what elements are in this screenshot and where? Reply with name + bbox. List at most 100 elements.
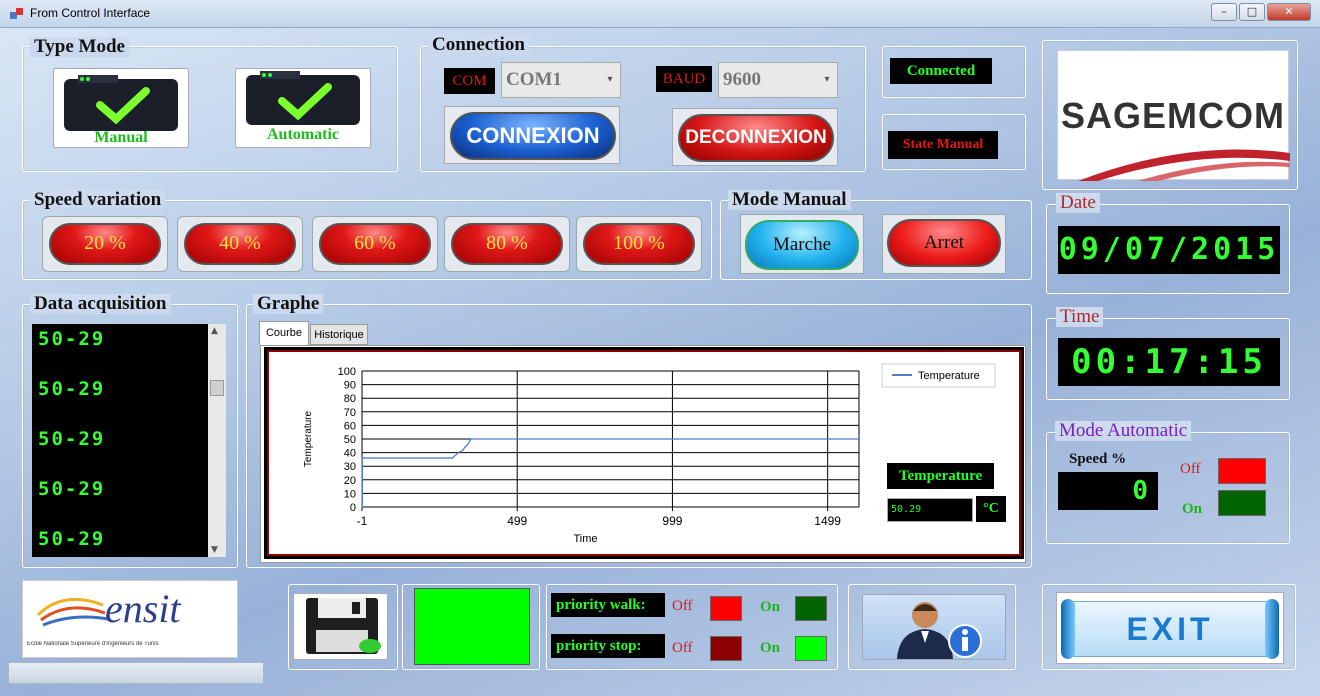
mode-manual-title: Mode Manual xyxy=(728,190,851,210)
walk-on-label: On xyxy=(760,599,781,615)
ensit-swoosh-icon xyxy=(36,597,109,627)
speed-100-button[interactable]: 100 % xyxy=(576,216,702,272)
connect-button[interactable]: CONNEXION xyxy=(444,106,620,164)
y-tick-label: 70 xyxy=(344,407,356,419)
temperature-value: 50.29 xyxy=(887,498,973,522)
ensit-text: ensit xyxy=(105,586,181,631)
x-tick-label: 999 xyxy=(662,514,682,528)
list-item: 50-29 xyxy=(38,528,106,550)
x-axis-title: Time xyxy=(573,533,597,545)
x-tick-label: -1 xyxy=(357,514,368,528)
list-item: 50-29 xyxy=(38,478,106,500)
com-select[interactable]: COM1 ▾ xyxy=(501,62,621,98)
scrollbar[interactable]: ▲ ▼ xyxy=(208,324,226,557)
connect-label: CONNEXION xyxy=(450,112,616,160)
com-label: COM xyxy=(444,68,495,94)
walk-off-label: Off xyxy=(672,598,693,614)
mode-auto-title: Mode Automatic xyxy=(1055,421,1192,441)
baud-select[interactable]: 9600 ▾ xyxy=(718,62,838,98)
close-button[interactable]: ✕ xyxy=(1267,3,1311,21)
auto-on-label: On xyxy=(1182,501,1203,517)
floppy-disk-icon xyxy=(306,598,381,654)
auto-off-label: Off xyxy=(1180,461,1201,477)
data-acq-list[interactable]: 50-29 50-29 50-29 50-29 50-29 ▲ ▼ xyxy=(32,324,226,557)
chevron-down-icon: ▾ xyxy=(824,74,830,85)
y-tick-label: 100 xyxy=(338,366,356,378)
scroll-up-icon[interactable]: ▲ xyxy=(211,326,218,336)
time-title: Time xyxy=(1056,307,1104,327)
date-title: Date xyxy=(1056,193,1100,213)
stop-on-indicator xyxy=(795,636,827,661)
priority-stop-label: priority stop: xyxy=(551,634,665,658)
status-indicator xyxy=(414,588,530,665)
auto-on-indicator xyxy=(1218,490,1266,516)
title-bar: From Control Interface – □ ✕ xyxy=(0,0,1320,28)
scroll-down-icon[interactable]: ▼ xyxy=(211,545,218,555)
stop-off-indicator xyxy=(710,636,742,661)
disconnect-button[interactable]: DECONNEXION xyxy=(672,108,838,166)
sagemcom-logo: SAGEMCOM xyxy=(1057,50,1290,181)
y-tick-label: 90 xyxy=(344,380,356,392)
speed-100-label: 100 % xyxy=(583,223,695,265)
user-info-icon xyxy=(897,602,982,659)
ensit-logo: ensit École Nationale Supérieure d'Ingén… xyxy=(22,580,238,658)
list-item: 50-29 xyxy=(38,428,106,450)
data-acq-title: Data acquisition xyxy=(30,294,171,314)
status-strip xyxy=(8,662,264,684)
manual-button[interactable]: Manual xyxy=(53,68,189,148)
state-status: State Manual xyxy=(888,131,998,159)
date-display: 09/07/2015 xyxy=(1058,226,1280,274)
minimize-button[interactable]: – xyxy=(1211,3,1237,21)
graph-title: Graphe xyxy=(253,294,324,314)
tab-courbe[interactable]: Courbe xyxy=(259,321,309,345)
y-tick-label: 30 xyxy=(344,461,356,473)
time-display: 00:17:15 xyxy=(1058,338,1280,386)
auto-off-indicator xyxy=(1218,458,1266,484)
automatic-button[interactable]: Automatic xyxy=(235,68,371,148)
baud-value: 9600 xyxy=(723,69,761,90)
exit-label: EXIT xyxy=(1126,611,1214,647)
tab-historique[interactable]: Historique xyxy=(310,324,368,345)
automatic-label: Automatic xyxy=(267,126,339,143)
chevron-down-icon: ▾ xyxy=(607,74,613,85)
walk-on-indicator xyxy=(795,596,827,621)
ensit-subtitle: École Nationale Supérieure d'Ingénieurs … xyxy=(27,641,159,647)
manual-label: Manual xyxy=(94,129,148,146)
marche-label: Marche xyxy=(745,220,859,270)
marche-button[interactable]: Marche xyxy=(740,214,864,274)
temperature-label: Temperature xyxy=(887,463,994,489)
save-button[interactable] xyxy=(293,593,388,660)
speed-40-button[interactable]: 40 % xyxy=(177,216,303,272)
exit-button[interactable]: EXIT xyxy=(1056,592,1284,664)
stop-on-label: On xyxy=(760,640,781,656)
speed-display: 0 xyxy=(1058,472,1158,510)
y-tick-label: 50 xyxy=(344,434,356,446)
sagemcom-text: SAGEMCOM xyxy=(1061,95,1285,136)
y-axis-title: Temperature xyxy=(303,410,314,467)
x-tick-label: 1499 xyxy=(814,514,841,528)
y-tick-label: 40 xyxy=(344,448,356,460)
scroll-thumb[interactable] xyxy=(210,380,224,396)
speed-percent-label: Speed % xyxy=(1069,451,1127,467)
series-line xyxy=(361,438,859,508)
y-tick-label: 80 xyxy=(344,393,356,405)
type-mode-title: Type Mode xyxy=(30,37,129,57)
arret-label: Arret xyxy=(887,219,1001,267)
baud-label: BAUD xyxy=(656,66,712,92)
walk-off-indicator xyxy=(710,596,742,621)
y-tick-label: 0 xyxy=(350,502,356,514)
temperature-chart: 0 1020 3040 50 6070 8090 100 -1 499 999 1499 Time Te… xyxy=(303,363,996,545)
y-tick-label: 60 xyxy=(344,420,356,432)
info-button[interactable] xyxy=(862,594,1006,660)
connection-title: Connection xyxy=(428,35,529,55)
legend-label: Temperature xyxy=(918,370,980,382)
arret-button[interactable]: Arret xyxy=(882,214,1006,274)
speed-80-button[interactable]: 80 % xyxy=(444,216,570,272)
com-value: COM1 xyxy=(506,69,562,90)
folder-check-icon xyxy=(246,71,360,125)
connected-status: Connected xyxy=(890,58,992,84)
speed-20-button[interactable]: 20 % xyxy=(42,216,168,272)
maximize-button[interactable]: □ xyxy=(1239,3,1265,21)
speed-60-button[interactable]: 60 % xyxy=(312,216,438,272)
speed-60-label: 60 % xyxy=(319,223,431,265)
